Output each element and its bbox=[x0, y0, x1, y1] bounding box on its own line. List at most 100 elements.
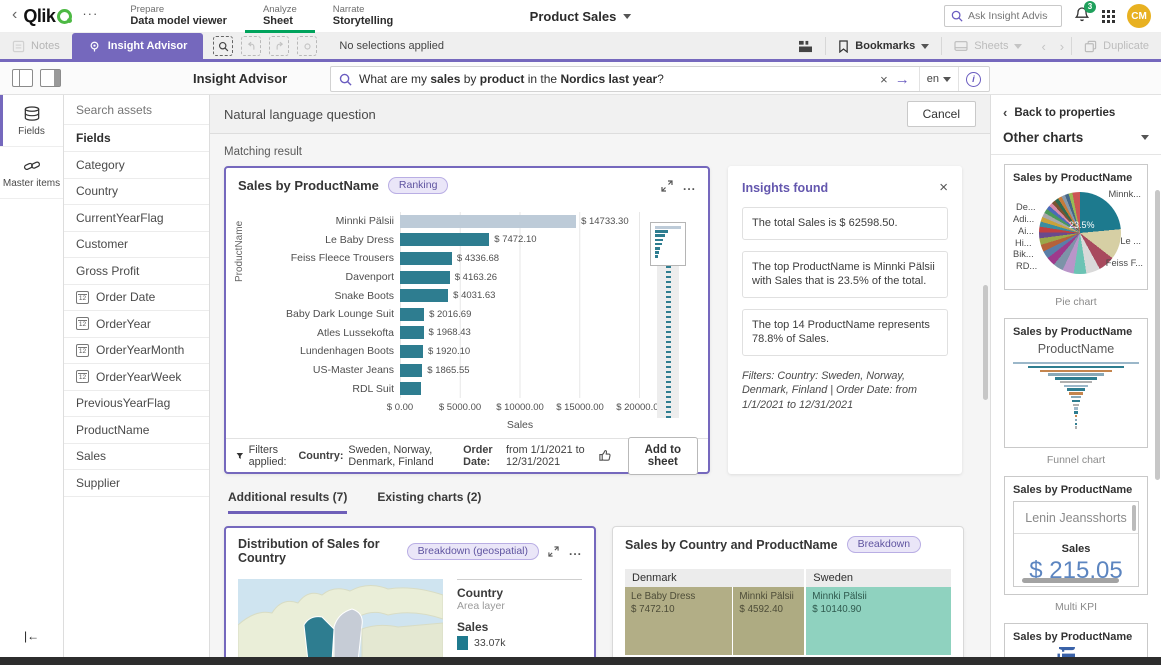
clear-query-icon[interactable]: × bbox=[880, 72, 888, 87]
ask-insight-advisor-input[interactable] bbox=[968, 10, 1048, 22]
next-sheet-icon[interactable]: › bbox=[1053, 39, 1071, 54]
bar[interactable] bbox=[400, 363, 423, 377]
other-charts-header[interactable]: Other charts bbox=[991, 126, 1161, 155]
multi-kpi-suggestion-card[interactable]: Sales by ProductName Lenin Jeansshorts S… bbox=[1004, 476, 1148, 595]
country-filter-label: Country: bbox=[298, 449, 344, 462]
rightbar-scrollbar[interactable] bbox=[1155, 190, 1160, 480]
funnel-chart-suggestion-card[interactable]: Sales by ProductName ProductName bbox=[1004, 318, 1148, 448]
toggle-left-panel-icon[interactable] bbox=[12, 69, 33, 87]
back-chevron-icon[interactable]: ‹ bbox=[12, 6, 17, 24]
expand-icon[interactable] bbox=[661, 179, 673, 192]
assets-search[interactable] bbox=[64, 95, 209, 125]
navigator-viewport[interactable] bbox=[650, 222, 686, 266]
app-launcher-icon[interactable] bbox=[1102, 9, 1115, 23]
ask-insight-advisor-search[interactable] bbox=[944, 5, 1062, 27]
asset-item-order-date[interactable]: 12 Order Date bbox=[64, 285, 209, 311]
more-menu-icon[interactable]: ··· bbox=[82, 6, 98, 21]
feedback-thumbs-up-button[interactable] bbox=[598, 448, 613, 463]
treemap-card[interactable]: Sales by Country and ProductName Breakdo… bbox=[612, 526, 964, 657]
asset-item-customer[interactable]: Customer bbox=[64, 232, 209, 258]
rail-item-fields[interactable]: Fields bbox=[0, 95, 63, 147]
wordcloud-suggestion-card[interactable]: Sales by ProductName otsSuitCaTu bbox=[1004, 623, 1148, 657]
asset-item-category[interactable]: Category bbox=[64, 152, 209, 179]
sheet-grid-button[interactable] bbox=[786, 33, 825, 59]
smart-search-icon[interactable] bbox=[213, 36, 234, 56]
app-title-dropdown[interactable]: Product Sales bbox=[530, 9, 632, 24]
asset-item-productname[interactable]: ProductName bbox=[64, 417, 209, 444]
kpi-horizontal-scrollbar[interactable] bbox=[1022, 578, 1119, 583]
notifications-button[interactable]: 3 bbox=[1074, 0, 1096, 27]
insight-advisor-tab[interactable]: Insight Advisor bbox=[71, 33, 204, 59]
language-selector[interactable]: en bbox=[927, 73, 951, 85]
previous-sheet-icon[interactable]: ‹ bbox=[1034, 39, 1052, 54]
tab-additional-results[interactable]: Additional results (7) bbox=[228, 490, 348, 514]
notes-button[interactable]: Notes bbox=[0, 33, 72, 59]
asset-item-currentyearflag[interactable]: CurrentYearFlag bbox=[64, 205, 209, 232]
asset-item-gross-profit[interactable]: Gross Profit bbox=[64, 258, 209, 285]
duplicate-icon bbox=[1084, 40, 1097, 52]
pie-label: Hi... bbox=[1015, 238, 1032, 248]
asset-item-country[interactable]: Country bbox=[64, 179, 209, 205]
pie-chart-suggestion-card[interactable]: Sales by ProductName 23.5% Minnk... De..… bbox=[1004, 164, 1148, 290]
asset-item-supplier[interactable]: Supplier bbox=[64, 470, 209, 497]
asset-item-orderyearweek[interactable]: 12 OrderYearWeek bbox=[64, 364, 209, 391]
asset-item-orderyear[interactable]: 12 OrderYear bbox=[64, 311, 209, 338]
asset-item-orderyearmonth[interactable]: 12 OrderYearMonth bbox=[64, 338, 209, 364]
x-tick: $ 5000.00 bbox=[438, 401, 482, 413]
bar[interactable] bbox=[400, 233, 490, 247]
add-to-sheet-button[interactable]: Add to sheet bbox=[627, 436, 698, 475]
nordics-map[interactable] bbox=[238, 579, 443, 657]
wordcloud-word[interactable]: Suit bbox=[1054, 647, 1081, 657]
duplicate-button[interactable]: Duplicate bbox=[1072, 33, 1161, 59]
bar[interactable] bbox=[400, 382, 422, 396]
bar[interactable] bbox=[400, 344, 423, 358]
asset-item-previousyearflag[interactable]: PreviousYearFlag bbox=[64, 391, 209, 417]
bar[interactable] bbox=[400, 251, 452, 265]
x-axis-label: Sales bbox=[506, 418, 534, 431]
avatar[interactable]: CM bbox=[1127, 4, 1151, 28]
tab-existing-charts[interactable]: Existing charts (2) bbox=[377, 490, 481, 514]
bar[interactable] bbox=[400, 326, 424, 340]
asset-item-sales[interactable]: Sales bbox=[64, 444, 209, 470]
chart-menu-icon[interactable]: ... bbox=[683, 179, 696, 193]
step-forward-icon[interactable] bbox=[269, 36, 290, 56]
toggle-right-panel-icon[interactable] bbox=[40, 69, 61, 87]
rail-fields-label: Fields bbox=[18, 126, 45, 137]
nav-narrate[interactable]: Narrate Storytelling bbox=[315, 0, 412, 33]
step-back-icon[interactable] bbox=[241, 36, 262, 56]
close-icon[interactable]: × bbox=[939, 179, 948, 196]
nlq-text[interactable]: What are my sales by product in the Nord… bbox=[359, 72, 873, 86]
chart-mini-navigator[interactable] bbox=[650, 222, 686, 418]
insight-item[interactable]: The top 14 ProductName represents 78.8% … bbox=[742, 308, 948, 356]
submit-query-icon[interactable]: → bbox=[895, 71, 910, 88]
kpi-vertical-scrollbar[interactable] bbox=[1132, 505, 1136, 531]
nav-prepare[interactable]: Prepare Data model viewer bbox=[112, 0, 245, 33]
clear-selections-icon[interactable] bbox=[297, 36, 318, 56]
treemap-cell[interactable]: Minnki Pälsii $ 10140.90 bbox=[806, 587, 951, 655]
treemap-cell[interactable]: Le Baby Dress $ 7472.10 bbox=[625, 587, 733, 655]
main-scrollbar[interactable] bbox=[983, 285, 988, 400]
nlq-search-box[interactable]: What are my sales by product in the Nord… bbox=[330, 66, 990, 92]
assets-search-input[interactable] bbox=[76, 102, 186, 117]
treemap-cell[interactable]: Minnki Pälsii $ 4592.40 bbox=[733, 587, 805, 655]
cancel-button[interactable]: Cancel bbox=[906, 101, 976, 127]
distribution-map-card[interactable]: Distribution of Sales for Country Breakd… bbox=[224, 526, 596, 657]
map-legend: Country Area layer Sales 33.07k bbox=[457, 579, 582, 657]
bookmarks-button[interactable]: Bookmarks bbox=[826, 33, 941, 59]
sheets-button[interactable]: Sheets bbox=[942, 33, 1034, 59]
navigator-track[interactable] bbox=[657, 266, 679, 418]
nav-analyze[interactable]: Analyze Sheet bbox=[244, 0, 315, 33]
bar[interactable] bbox=[400, 214, 577, 228]
rail-item-master-items[interactable]: Master items bbox=[0, 147, 63, 199]
bar[interactable] bbox=[400, 307, 425, 321]
collapse-panel-icon[interactable]: |← bbox=[24, 629, 39, 643]
chart-menu-icon[interactable]: ... bbox=[569, 544, 582, 558]
info-icon[interactable]: i bbox=[966, 71, 981, 87]
insight-item[interactable]: The top ProductName is Minnki Pälsii wit… bbox=[742, 250, 948, 298]
bar[interactable] bbox=[400, 270, 450, 284]
insight-item[interactable]: The total Sales is $ 62598.50. bbox=[742, 207, 948, 240]
back-to-properties-button[interactable]: ‹ Back to properties bbox=[991, 95, 1161, 126]
bar[interactable] bbox=[400, 289, 449, 303]
expand-icon[interactable] bbox=[548, 545, 559, 557]
sales-by-productname-chart-card[interactable]: Sales by ProductName Ranking ... Product… bbox=[224, 166, 710, 475]
